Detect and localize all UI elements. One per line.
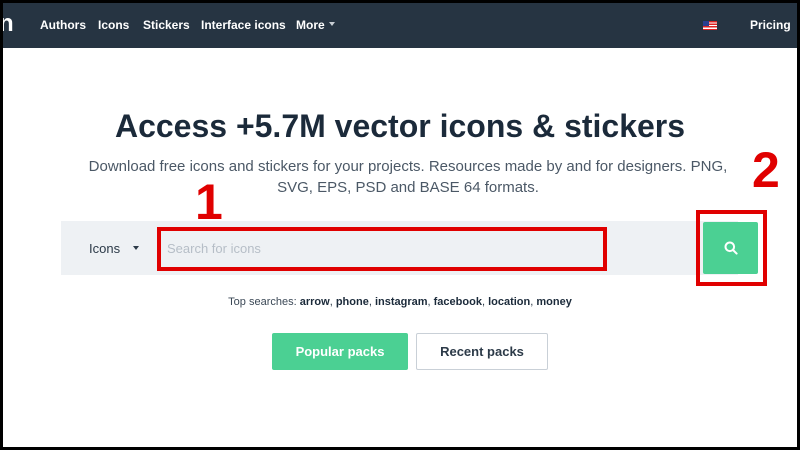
caret-down-icon xyxy=(133,246,140,250)
page-title: Access +5.7M vector icons & stickers xyxy=(114,108,686,144)
nav-item-stickers[interactable]: Stickers xyxy=(143,18,190,32)
page-subtitle: Download free icons and stickers for you… xyxy=(88,158,728,196)
nav-item-more[interactable]: More xyxy=(296,18,335,32)
annotation-box-search-input xyxy=(157,227,607,271)
annotation-number-2: 2 xyxy=(752,142,780,198)
nav-item-pricing[interactable]: Pricing xyxy=(750,18,791,32)
search-type-label: Icons xyxy=(89,240,121,256)
search-type-select[interactable]: Icons xyxy=(61,221,156,275)
top-nav: n Authors Icons Stickers Interface icons… xyxy=(3,3,797,48)
top-search-link-instagram[interactable]: instagram xyxy=(375,296,428,308)
us-flag-icon[interactable] xyxy=(703,21,717,30)
top-search-link-location[interactable]: location xyxy=(488,296,530,308)
top-searches-label: Top searches: xyxy=(228,296,297,308)
top-search-link-phone[interactable]: phone xyxy=(336,296,369,308)
annotation-number-1: 1 xyxy=(195,174,223,230)
recent-packs-button[interactable]: Recent packs xyxy=(416,333,548,370)
nav-item-authors[interactable]: Authors xyxy=(40,18,86,32)
top-search-link-money[interactable]: money xyxy=(536,296,571,308)
nav-item-interface-icons[interactable]: Interface icons xyxy=(201,18,286,32)
nav-item-more-label: More xyxy=(296,18,325,32)
chevron-down-icon xyxy=(328,21,335,26)
annotation-box-search-button xyxy=(696,210,767,286)
top-searches: Top searches: arrow, phone, instagram, f… xyxy=(228,296,572,308)
page: n Authors Icons Stickers Interface icons… xyxy=(3,3,797,447)
top-search-link-facebook[interactable]: facebook xyxy=(434,296,482,308)
popular-packs-button[interactable]: Popular packs xyxy=(272,333,408,370)
nav-item-icons[interactable]: Icons xyxy=(98,18,129,32)
top-search-link-arrow[interactable]: arrow xyxy=(300,296,330,308)
logo[interactable]: n xyxy=(3,12,14,36)
